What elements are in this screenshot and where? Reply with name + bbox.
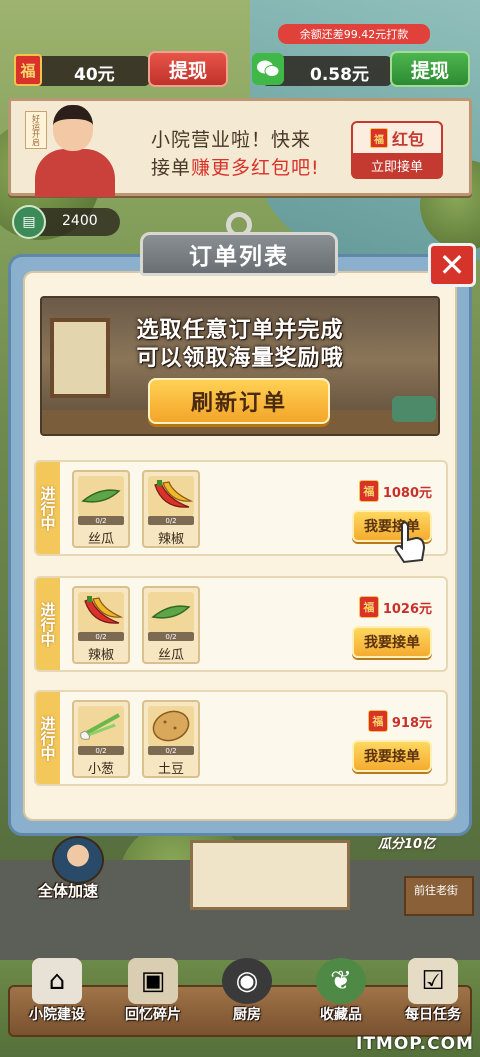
item-progress: 0/2 xyxy=(78,632,124,641)
wechat-icon xyxy=(252,53,284,85)
nav-daily-tasks[interactable]: ☑ 每日任务 xyxy=(390,958,476,1028)
item-name: 丝瓜 xyxy=(87,532,114,547)
order-card: 进行中 0/2 丝瓜 0/2 辣椒 福 1080元 我要接单 xyxy=(34,460,448,556)
house-icon: ⌂ xyxy=(32,958,82,1004)
potato-icon xyxy=(148,706,194,746)
wok-icon: ◉ xyxy=(222,958,272,1004)
coins-pill: ▤ 2400 xyxy=(12,205,120,239)
reward-value: 1080元 xyxy=(382,485,432,501)
close-button[interactable]: ✕ xyxy=(428,243,476,287)
cash-withdraw-button[interactable]: 提现 xyxy=(148,51,228,87)
order-reward: 福 1080元 xyxy=(358,480,432,502)
nav-memory-fragments[interactable]: ▣ 回忆碎片 xyxy=(110,958,196,1028)
share-billion-tag: 瓜分10亿 xyxy=(378,837,436,852)
loofah-icon xyxy=(148,592,194,632)
refresh-orders-button[interactable]: 刷新订单 xyxy=(148,378,330,424)
pot-icon xyxy=(392,396,436,422)
nav-label: 收藏品 xyxy=(320,1007,362,1023)
nav-label: 每日任务 xyxy=(405,1007,461,1023)
item-name: 辣椒 xyxy=(157,532,184,547)
frog-icon: ❦ xyxy=(316,958,366,1004)
order-reward: 福 918元 xyxy=(367,710,432,732)
reward-value: 918元 xyxy=(391,715,432,731)
item-progress: 0/2 xyxy=(78,746,124,755)
item-progress: 0/2 xyxy=(148,632,194,641)
hostess-portrait: 好运开启 xyxy=(21,99,125,197)
balance-note: 余额还差99.42元打款 xyxy=(278,24,430,44)
item-name: 丝瓜 xyxy=(157,648,184,663)
accept-order-button[interactable]: 我要接单 xyxy=(352,626,432,658)
order-status: 进行中 xyxy=(36,692,60,784)
nav-label: 小院建设 xyxy=(29,1007,85,1023)
wechat-amount: 0.58元 xyxy=(310,65,369,85)
accept-order-button[interactable]: 我要接单 xyxy=(352,740,432,772)
fu-envelope-icon: 福 xyxy=(367,710,388,732)
tap-hand-icon xyxy=(394,521,426,564)
item-progress: 0/2 xyxy=(78,516,124,525)
banner-line2: 接单赚更多红包吧! xyxy=(151,153,320,180)
order-item: 0/2 丝瓜 xyxy=(72,470,130,548)
hongbao-label: 红包 xyxy=(391,130,424,149)
fu-envelope-icon: 福 xyxy=(14,54,42,86)
order-item: 0/2 土豆 xyxy=(142,700,200,778)
house-front xyxy=(190,840,350,910)
old-street-label: 前往老街 xyxy=(414,884,458,897)
item-progress: 0/2 xyxy=(148,516,194,525)
fu-envelope-icon: 福 xyxy=(369,128,388,148)
hongbao-accept-button[interactable]: 福红包 立即接单 xyxy=(351,121,443,179)
order-item: 0/2 小葱 xyxy=(72,700,130,778)
banner-line1: 小院营业啦！快来 xyxy=(151,129,312,151)
loofah-icon xyxy=(78,476,124,516)
nav-collection[interactable]: ❦ 收藏品 xyxy=(298,958,384,1028)
fu-envelope-icon: 福 xyxy=(358,596,379,618)
speedup-avatar-icon[interactable] xyxy=(52,836,104,884)
item-name: 小葱 xyxy=(87,762,114,777)
scallion-icon xyxy=(78,706,124,746)
promo-banner: 好运开启 小院营业啦！快来 接单赚更多红包吧! 福红包 立即接单 xyxy=(8,98,472,197)
panel-title: 订单列表 xyxy=(140,232,338,276)
cash-amount: 40元 xyxy=(74,65,115,85)
nav-label: 厨房 xyxy=(233,1007,261,1023)
chili-icon xyxy=(148,476,194,516)
checklist-icon: ☑ xyxy=(408,958,458,1004)
order-card: 进行中 0/2 辣椒 0/2 丝瓜 福 1026元 我要接单 xyxy=(34,576,448,672)
coins-value: 2400 xyxy=(62,213,98,229)
reward-value: 1026元 xyxy=(382,601,432,617)
photo-icon: ▣ xyxy=(128,958,178,1004)
wechat-withdraw-button[interactable]: 提现 xyxy=(390,51,470,87)
chili-icon xyxy=(78,592,124,632)
luck-tag: 好运开启 xyxy=(25,111,47,149)
order-item: 0/2 辣椒 xyxy=(142,470,200,548)
nav-label: 回忆碎片 xyxy=(125,1007,181,1023)
watermark: ITMOP.COM xyxy=(356,1034,474,1054)
fu-envelope-icon: 福 xyxy=(358,480,379,502)
banner-line2-highlight: 赚更多红包吧! xyxy=(191,157,320,179)
item-name: 土豆 xyxy=(157,762,184,777)
hongbao-action: 立即接单 xyxy=(353,153,441,178)
order-card: 进行中 0/2 小葱 0/2 土豆 福 918元 我要接单 xyxy=(34,690,448,786)
order-reward: 福 1026元 xyxy=(358,596,432,618)
promo-line2: 可以领取海量奖励哦 xyxy=(136,346,344,371)
banknote-icon: ▤ xyxy=(12,205,46,239)
old-street-sign[interactable]: 前往老街 xyxy=(404,876,474,916)
order-item: 0/2 辣椒 xyxy=(72,586,130,664)
order-status: 进行中 xyxy=(36,462,60,554)
speedup-all-label[interactable]: 全体加速 xyxy=(38,880,98,901)
order-item: 0/2 丝瓜 xyxy=(142,586,200,664)
item-name: 辣椒 xyxy=(87,648,114,663)
item-progress: 0/2 xyxy=(148,746,194,755)
order-status: 进行中 xyxy=(36,578,60,670)
nav-kitchen[interactable]: ◉ 厨房 xyxy=(204,958,290,1028)
banner-line2-prefix: 接单 xyxy=(151,157,192,179)
nav-yard-build[interactable]: ⌂ 小院建设 xyxy=(14,958,100,1028)
close-icon: ✕ xyxy=(438,246,466,284)
